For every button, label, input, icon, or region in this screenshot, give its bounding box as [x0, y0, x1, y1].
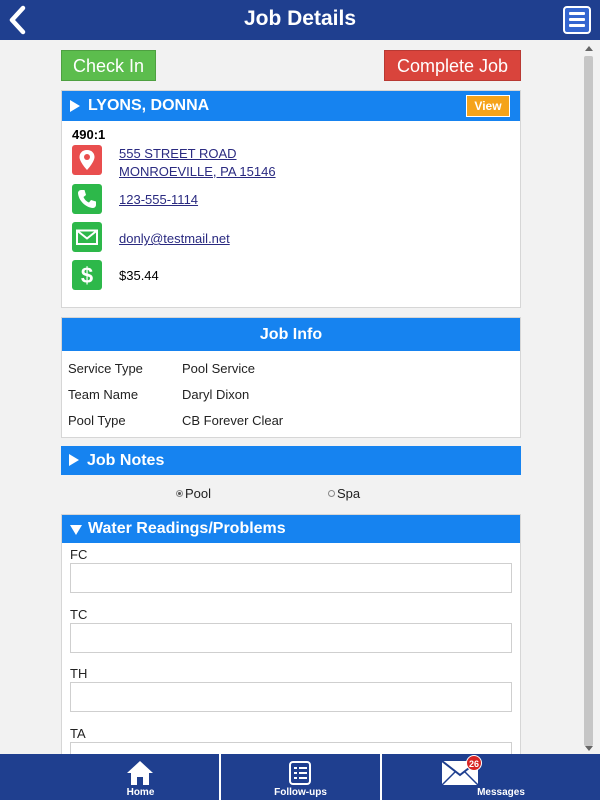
info-value-service-type: Pool Service — [182, 361, 255, 376]
info-value-pool-type: CB Forever Clear — [182, 413, 284, 428]
job-notes-header[interactable]: Job Notes — [61, 446, 521, 475]
nav-home[interactable]: Home — [0, 754, 219, 800]
page-title: Job Details — [243, 7, 357, 30]
water-readings-header[interactable]: Water Readings/Problems — [62, 515, 520, 543]
svg-text:$: $ — [81, 263, 93, 288]
envelope-icon — [72, 222, 102, 252]
job-notes-panel[interactable]: Job Notes — [61, 446, 521, 475]
water-readings-title: Water Readings/Problems — [88, 520, 286, 537]
th-label: TH — [70, 666, 88, 681]
tc-label: TC — [70, 607, 88, 622]
address-line-2[interactable]: MONROEVILLE, PA 15146 — [119, 164, 276, 179]
nav-messages-label: Messages — [477, 787, 525, 798]
tc-input[interactable] — [70, 623, 512, 653]
scroll-up-arrow-icon[interactable] — [585, 46, 593, 51]
collapse-arrow-icon — [70, 525, 82, 535]
customer-panel: LYONS, DONNA View 490:1 555 STREET ROAD … — [61, 90, 521, 308]
job-details-content[interactable]: Check In Complete Job LYONS, DONNA View … — [0, 40, 582, 754]
info-value-team-name: Daryl Dixon — [182, 387, 250, 402]
spa-radio-option[interactable]: Spa — [328, 486, 360, 501]
menu-button[interactable] — [563, 6, 591, 34]
top-bar: Job Details — [0, 0, 600, 40]
info-label-pool-type: Pool Type — [68, 413, 126, 428]
ta-label: TA — [70, 726, 86, 741]
view-customer-button[interactable]: View — [466, 95, 510, 117]
fc-label: FC — [70, 547, 88, 562]
customer-name: LYONS, DONNA — [88, 97, 210, 114]
email-address[interactable]: donly@testmail.net — [119, 231, 230, 246]
nav-follow-ups[interactable]: Follow-ups — [221, 754, 380, 800]
expand-arrow-icon — [70, 100, 80, 112]
vertical-scrollbar[interactable] — [582, 40, 596, 754]
expand-arrow-icon — [69, 454, 79, 466]
balance-amount: $35.44 — [119, 268, 159, 283]
phone-number[interactable]: 123-555-1114 — [119, 192, 198, 207]
phone-icon — [72, 184, 102, 214]
hamburger-menu-icon — [569, 12, 585, 15]
radio-unselected-icon[interactable] — [328, 490, 335, 498]
job-info-title: Job Info — [259, 326, 323, 343]
address-line-1[interactable]: 555 STREET ROAD — [119, 146, 237, 161]
scrollbar-thumb[interactable] — [584, 56, 593, 746]
messages-count-badge: 26 — [466, 755, 482, 771]
checklist-icon — [289, 761, 311, 785]
th-input[interactable] — [70, 682, 512, 712]
pool-radio-option[interactable]: Pool — [176, 486, 211, 501]
water-readings-panel: Water Readings/Problems FC TC TH TA — [61, 514, 521, 754]
info-label-team-name: Team Name — [68, 387, 139, 402]
home-icon — [127, 761, 153, 785]
check-in-button[interactable]: Check In — [61, 50, 156, 81]
customer-panel-header[interactable]: LYONS, DONNA View — [62, 91, 520, 121]
job-notes-title: Job Notes — [87, 452, 165, 469]
nav-follow-ups-label: Follow-ups — [274, 787, 327, 798]
complete-job-button[interactable]: Complete Job — [384, 50, 521, 81]
bottom-navigation: Home Follow-ups 26 Messages — [0, 754, 600, 800]
job-info-header: Job Info — [62, 318, 520, 351]
dollar-icon: $ — [72, 260, 102, 290]
ta-input[interactable] — [70, 742, 512, 754]
pool-radio-label: Pool — [185, 486, 212, 501]
spa-radio-label: Spa — [337, 486, 361, 501]
scroll-down-arrow-icon[interactable] — [585, 746, 593, 751]
fc-input[interactable] — [70, 563, 512, 593]
radio-selected-icon[interactable] — [176, 490, 183, 498]
customer-id: 490:1 — [72, 127, 106, 142]
nav-messages[interactable]: 26 Messages — [382, 754, 600, 800]
job-info-panel: Job Info Service Type Pool Service Team … — [61, 317, 521, 438]
info-label-service-type: Service Type — [68, 361, 143, 376]
map-pin-icon — [72, 145, 102, 175]
